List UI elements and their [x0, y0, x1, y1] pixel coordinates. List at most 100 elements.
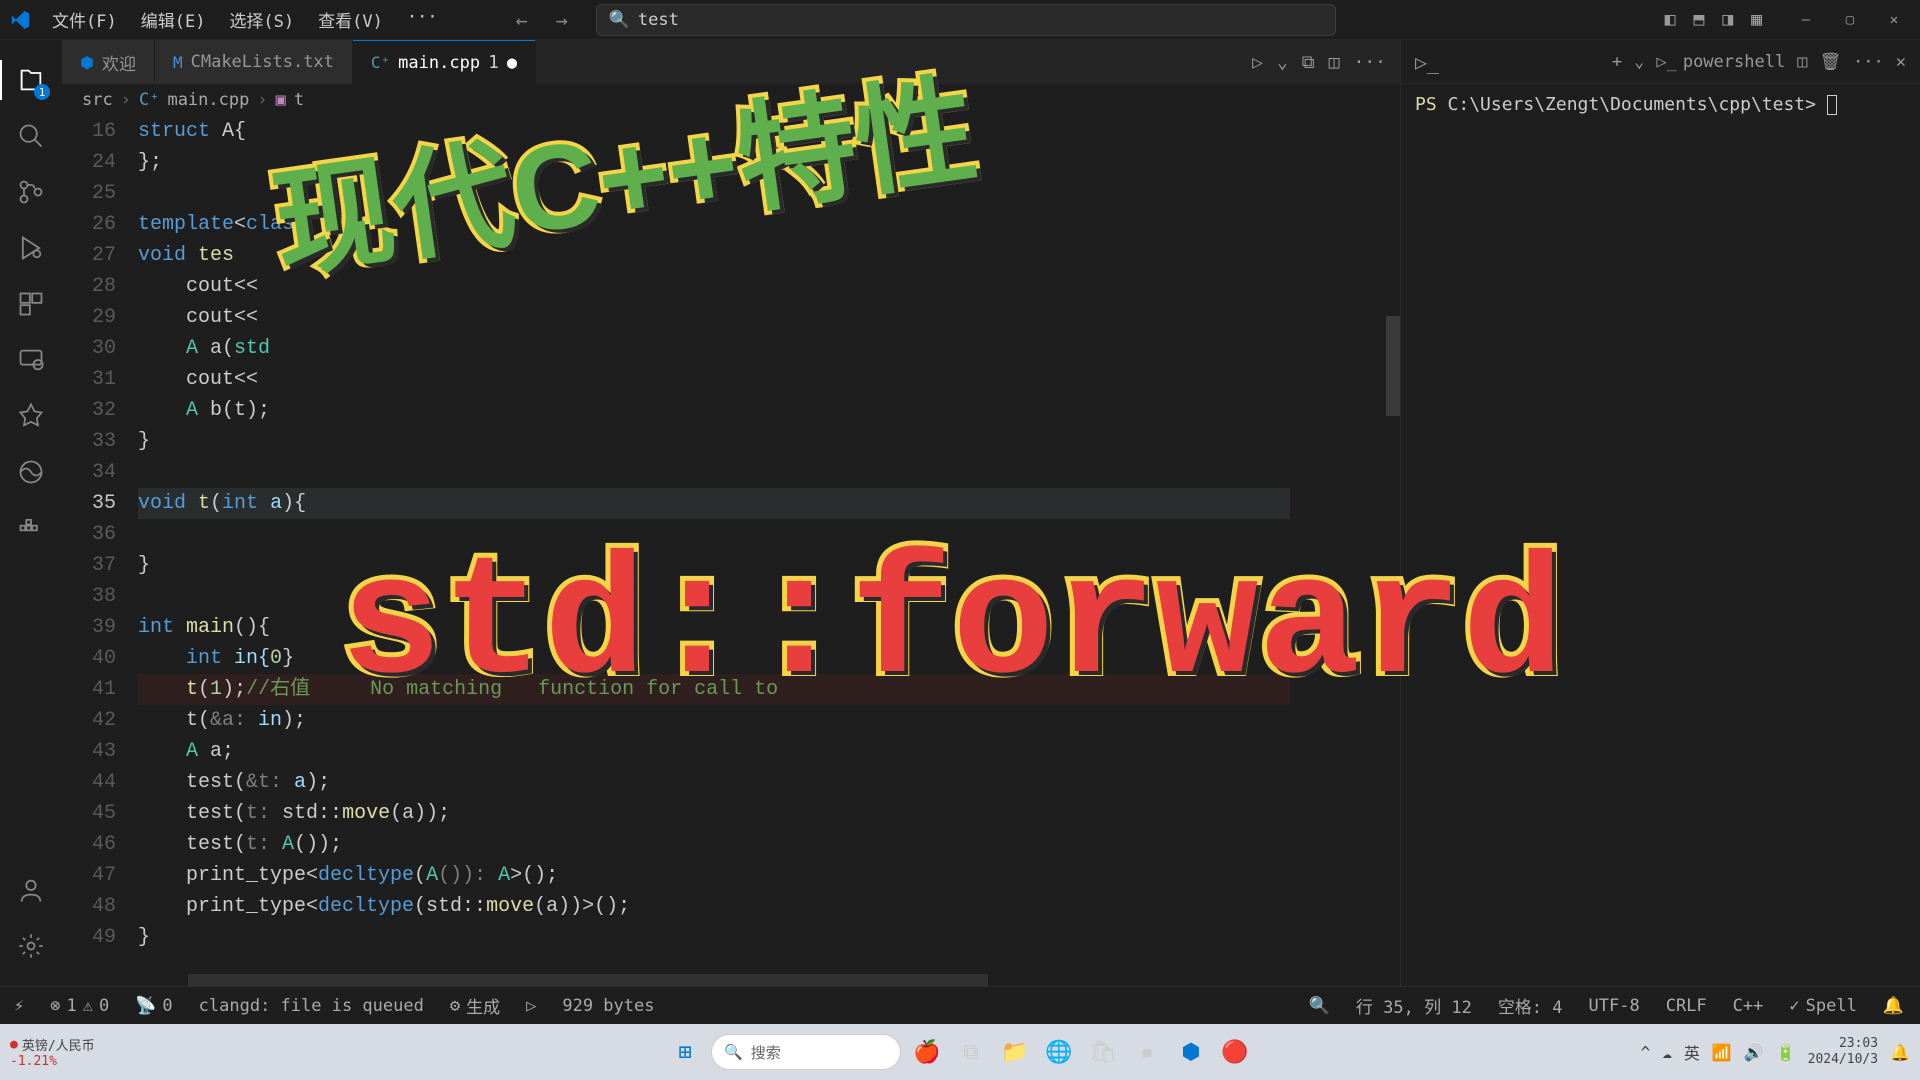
activity-extensions[interactable] [0, 276, 62, 332]
activity-misc1[interactable] [0, 388, 62, 444]
layout-customize-icon[interactable]: ▦ [1747, 5, 1766, 34]
tray-ime[interactable]: 英 [1684, 1040, 1700, 1064]
activity-remote[interactable] [0, 332, 62, 388]
window-close-icon[interactable]: ✕ [1876, 6, 1912, 34]
menu-edit[interactable]: 编辑(E) [131, 3, 216, 36]
status-bell[interactable]: 🔔 [1879, 996, 1908, 1016]
gutter: 16 24 25 26 27 28 29 30 31 32 33 34 35 3… [62, 116, 138, 986]
taskbar-terminal[interactable]: ▪ [1129, 1034, 1165, 1070]
remote-icon: ⚡ [14, 996, 24, 1016]
more-icon[interactable]: ··· [1853, 52, 1884, 72]
overlay-subtitle: std::forward [340, 530, 1564, 723]
status-zoom[interactable]: 🔍 [1305, 996, 1334, 1016]
explorer-badge: 1 [34, 84, 50, 100]
terminal-icon[interactable]: ▷_ [1415, 50, 1439, 74]
vscode-logo-icon [8, 8, 32, 32]
terminal-cursor [1827, 95, 1837, 115]
activity-edge[interactable] [0, 444, 62, 500]
taskbar-explorer[interactable]: 📁 [997, 1034, 1033, 1070]
activity-explorer[interactable]: 1 [0, 52, 62, 108]
menu-more[interactable]: ··· [397, 3, 448, 36]
status-radio[interactable]: 📡0 [131, 996, 176, 1016]
tray-battery-icon[interactable]: 🔋 [1776, 1043, 1796, 1062]
debug-icon[interactable]: ⧉ [1302, 52, 1315, 73]
status-build[interactable]: ⚙生成 [446, 993, 504, 1018]
taskbar-app2[interactable]: 🔴 [1217, 1034, 1253, 1070]
taskbar-search[interactable]: 🔍 搜索 [711, 1034, 901, 1070]
status-bytes[interactable]: 929 bytes [558, 996, 658, 1016]
start-icon[interactable]: ⊞ [667, 1034, 703, 1070]
tab-actions: ▷ ⌄ ⧉ ◫ ··· [1238, 40, 1400, 84]
run-icon[interactable]: ▷ [1252, 52, 1263, 73]
taskbar-widget[interactable]: ● 英镑/人民币 -1.21% [0, 1035, 95, 1069]
tab-label: main.cpp [398, 53, 480, 73]
currency-icon: ● [10, 1037, 18, 1052]
split-icon[interactable]: ◫ [1329, 52, 1340, 73]
activity-docker[interactable] [0, 500, 62, 556]
layout-panel-bottom-icon[interactable]: ⬒ [1689, 5, 1708, 34]
tray-notifications-icon[interactable]: 🔔 [1890, 1043, 1910, 1062]
tab-main[interactable]: C⁺ main.cpp 1 ● [353, 40, 536, 84]
taskbar-clock[interactable]: 23:03 2024/10/3 [1808, 1036, 1878, 1067]
nav-arrows: ← → [508, 4, 576, 36]
taskbar-app1[interactable]: 🍎 [909, 1034, 945, 1070]
tray-chevron-icon[interactable]: ^ [1641, 1043, 1651, 1062]
taskbar-store[interactable]: 🛍 [1085, 1034, 1121, 1070]
activity-source-control[interactable] [0, 164, 62, 220]
split-terminal-icon[interactable]: ◫ [1797, 52, 1807, 72]
activity-debug[interactable] [0, 220, 62, 276]
tray-wifi-icon[interactable]: 📶 [1712, 1043, 1732, 1062]
window-maximize-icon[interactable]: ▢ [1832, 6, 1868, 34]
menu-file[interactable]: 文件(F) [42, 3, 127, 36]
radio-icon: 📡 [135, 996, 156, 1016]
status-eol[interactable]: CRLF [1662, 996, 1711, 1016]
terminal-add-icon[interactable]: + [1612, 52, 1622, 72]
activity-search[interactable] [0, 108, 62, 164]
status-lang[interactable]: C++ [1729, 996, 1768, 1016]
taskbar-taskview[interactable]: ⧉ [953, 1034, 989, 1070]
tray-onedrive-icon[interactable]: ☁ [1662, 1043, 1672, 1062]
activity-settings[interactable] [0, 918, 62, 974]
terminal-header: ▷_ + ⌄ ▷_ powershell ◫ 🗑 ··· ✕ [1401, 40, 1920, 84]
activity-account[interactable] [0, 862, 62, 918]
status-encoding[interactable]: UTF-8 [1585, 996, 1644, 1016]
minimap-slider[interactable] [1386, 316, 1400, 416]
status-indent[interactable]: 空格: 4 [1494, 993, 1567, 1018]
layout-icons: ◧ ⬒ ◨ ▦ — ▢ ✕ [1661, 5, 1912, 34]
cmake-icon: M [173, 53, 183, 72]
search-icon: 🔍 [609, 10, 630, 30]
menu-select[interactable]: 选择(S) [219, 3, 304, 36]
bell-icon: 🔔 [1883, 996, 1904, 1016]
more-icon[interactable]: ··· [1353, 52, 1386, 73]
status-remote[interactable]: ⚡ [10, 996, 28, 1016]
nav-back-icon[interactable]: ← [508, 4, 536, 36]
status-spell[interactable]: ✓Spell [1785, 996, 1860, 1016]
chevron-right-icon: › [121, 90, 131, 110]
chevron-down-icon[interactable]: ⌄ [1634, 52, 1644, 72]
tab-welcome[interactable]: ⬢ 欢迎 [62, 40, 155, 84]
horizontal-scrollbar[interactable] [138, 974, 1290, 986]
scrollbar-thumb[interactable] [188, 974, 988, 986]
tray-volume-icon[interactable]: 🔊 [1744, 1043, 1764, 1062]
nav-forward-icon[interactable]: → [548, 4, 576, 36]
tab-cmake[interactable]: M CMakeLists.txt [155, 40, 353, 84]
window-minimize-icon[interactable]: — [1788, 6, 1824, 34]
layout-sidebar-left-icon[interactable]: ◧ [1661, 5, 1680, 34]
close-icon[interactable]: ✕ [1896, 52, 1906, 72]
terminal-prompt: PS [1415, 94, 1448, 115]
taskbar-edge[interactable]: 🌐 [1041, 1034, 1077, 1070]
status-bar: ⚡ ⊗1 ⚠0 📡0 clangd: file is queued ⚙生成 ▷ … [0, 986, 1920, 1024]
chevron-down-icon[interactable]: ⌄ [1277, 52, 1288, 73]
status-clangd[interactable]: clangd: file is queued [195, 996, 428, 1016]
terminal-shell-name[interactable]: powershell [1683, 52, 1785, 72]
status-problems[interactable]: ⊗1 ⚠0 [46, 996, 113, 1016]
menu-view[interactable]: 查看(V) [308, 3, 393, 36]
status-run[interactable]: ▷ [522, 996, 540, 1016]
search-box[interactable]: 🔍 test [596, 4, 1336, 36]
layout-sidebar-right-icon[interactable]: ◨ [1718, 5, 1737, 34]
taskbar-vscode[interactable]: ⬢ [1173, 1034, 1209, 1070]
error-icon: ⊗ [50, 996, 60, 1016]
status-cursor[interactable]: 行 35, 列 12 [1352, 993, 1476, 1018]
chevron-right-icon: › [257, 90, 267, 110]
trash-icon[interactable]: 🗑 [1819, 52, 1841, 72]
